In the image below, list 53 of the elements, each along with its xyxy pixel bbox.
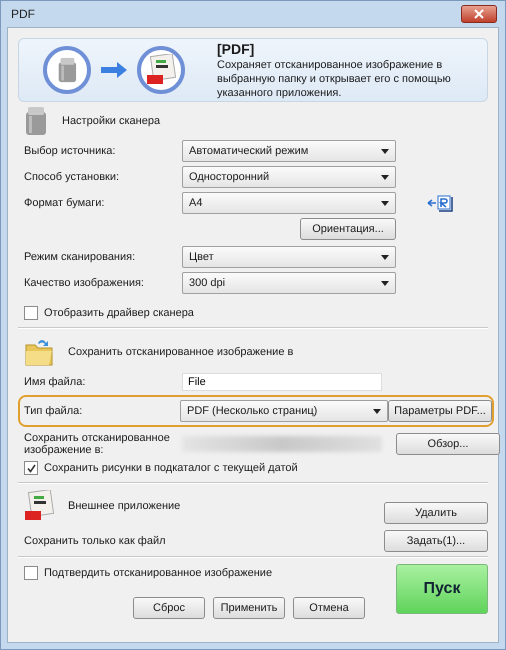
orientation-button[interactable]: Ориентация...	[300, 218, 396, 240]
browse-button[interactable]: Обзор...	[396, 433, 500, 455]
section-heading: Внешнее приложение	[68, 500, 180, 512]
checkbox[interactable]	[24, 461, 38, 475]
caret-icon	[381, 174, 389, 180]
start-button[interactable]: Пуск	[396, 564, 488, 614]
checkbox-label: Отобразить драйвер сканера	[44, 307, 194, 319]
section-heading: Настройки сканера	[62, 115, 160, 127]
banner-description: Сохраняет отсканированное изображение в выбранную папку и открывает его с помощью указанного приложения.	[217, 58, 452, 100]
dialog-button[interactable]: Сброс	[133, 597, 205, 619]
checkbox[interactable]	[24, 306, 38, 320]
orientation-icon	[426, 193, 454, 213]
dropdown[interactable]: 300 dpi	[182, 272, 396, 294]
caret-icon	[381, 148, 389, 154]
checkbox[interactable]	[24, 566, 38, 580]
pdf-document-icon	[146, 54, 176, 86]
close-icon	[473, 9, 485, 19]
folder-icon	[24, 337, 54, 367]
dropdown[interactable]: Односторонний	[182, 166, 396, 188]
dialog-button[interactable]: Отмена	[293, 597, 365, 619]
field-label: Имя файла:	[24, 376, 86, 388]
scanner-icon	[24, 106, 48, 136]
field-label: Выбор источника:	[24, 145, 116, 157]
field-label: Режим сканирования:	[24, 251, 136, 263]
pdf-app-icon	[24, 490, 54, 522]
dropdown[interactable]: Цвет	[182, 246, 396, 268]
close-button[interactable]	[461, 5, 497, 23]
checkmark-icon	[26, 464, 36, 472]
field-label: Способ установки:	[24, 171, 120, 183]
caret-icon	[381, 254, 389, 260]
field-label: Качество изображения:	[24, 277, 145, 289]
application-value: Сохранить только как файл	[24, 535, 166, 547]
delete-button[interactable]: Удалить	[384, 502, 488, 524]
field-label: Сохранить отсканированное изображение в:	[24, 432, 171, 456]
arrow-icon	[101, 62, 127, 78]
pdf-settings-button[interactable]: Параметры PDF...	[388, 400, 492, 422]
checkbox-label: Сохранить рисунки в подкаталог с текущей датой	[44, 462, 298, 474]
caret-icon	[381, 200, 389, 206]
caret-icon	[373, 408, 381, 414]
scanner-icon	[56, 57, 78, 83]
dropdown[interactable]: PDF (Несколько страниц)	[180, 400, 388, 422]
window-title: PDF	[11, 7, 35, 21]
dropdown[interactable]: A4	[182, 192, 396, 214]
dropdown[interactable]: Автоматический режим	[182, 140, 396, 162]
field-label: Тип файла:	[24, 405, 84, 417]
dialog-button[interactable]: Применить	[213, 597, 285, 619]
file-name-field[interactable]: File	[182, 373, 382, 391]
banner-title: [PDF]	[217, 40, 256, 56]
checkbox-label: Подтвердить отсканированное изображение	[44, 567, 272, 579]
field-label: Формат бумаги:	[24, 197, 106, 209]
section-heading: Сохранить отсканированное изображение в	[68, 346, 294, 358]
set-button[interactable]: Задать(1)...	[384, 530, 488, 552]
caret-icon	[381, 280, 389, 286]
